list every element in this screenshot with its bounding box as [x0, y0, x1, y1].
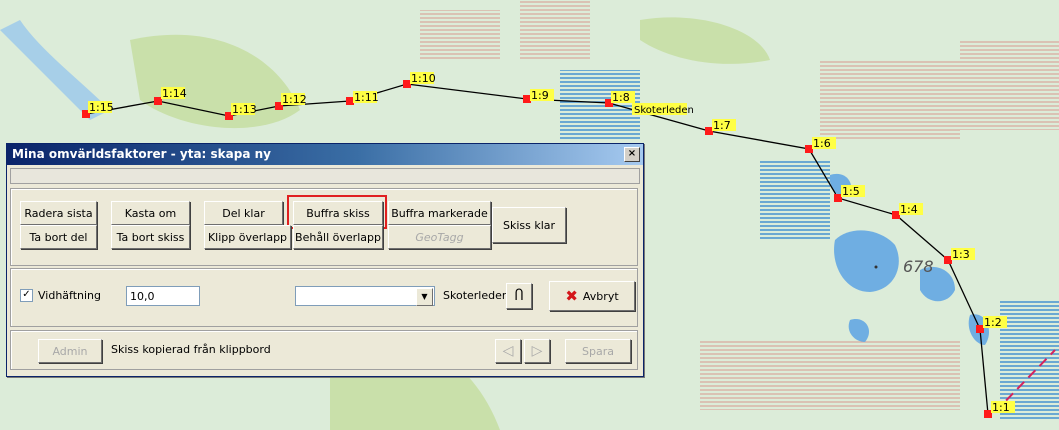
radera-sista-button[interactable]: Radera sista	[20, 201, 97, 225]
route-name-label: Skoterleden	[632, 103, 694, 116]
waypoint-label: 1:7	[713, 119, 731, 132]
waypoint-label: 1:10	[411, 72, 436, 85]
waypoint-label: 1:5	[842, 185, 860, 198]
ta-bort-del-button[interactable]: Ta bort del	[20, 225, 97, 249]
previous-button[interactable]: ◁	[495, 339, 521, 363]
waypoint-label: 1:3	[952, 248, 970, 261]
peat-area	[700, 340, 960, 410]
admin-button[interactable]: Admin	[38, 339, 102, 363]
waypoint-label: 1:8	[612, 91, 630, 104]
geotagg-button[interactable]: GeoTagg	[388, 225, 491, 249]
status-text: Skiss kopierad från klippbord	[111, 343, 271, 356]
avbryt-label: Avbryt	[582, 289, 619, 303]
close-button[interactable]: ×	[624, 147, 640, 162]
marsh-area	[560, 70, 640, 140]
peat-area	[820, 60, 960, 140]
waypoint-marker[interactable]	[834, 194, 842, 202]
waypoint-label: 1:15	[89, 101, 114, 114]
options-panel: ✓ Vidhäftning 10,0 ▼ Skoterleder Ⴖ ✖ Avb…	[10, 268, 638, 327]
skoterleder-label: Skoterleder	[443, 289, 507, 302]
vidhaftning-label: Vidhäftning	[38, 289, 102, 302]
waypoint-label: 1:9	[531, 89, 549, 102]
chevron-down-icon[interactable]: ▼	[416, 288, 433, 306]
dialog-titlebar[interactable]: Mina omvärldsfaktorer - yta: skapa ny ×	[7, 144, 643, 165]
snowmobile-icon: Ⴖ	[514, 288, 524, 304]
skiss-klar-button[interactable]: Skiss klar	[492, 207, 566, 243]
waypoint-marker[interactable]	[346, 97, 354, 105]
highlight-box	[287, 195, 387, 229]
toolbar-strip	[10, 168, 640, 184]
peat-area	[960, 40, 1059, 130]
vidhaftning-checkbox[interactable]: ✓	[20, 289, 33, 302]
waypoint-label: 1:12	[282, 93, 307, 106]
arrow-right-icon: ▷	[531, 343, 543, 359]
kasta-om-button[interactable]: Kasta om	[111, 201, 190, 225]
waypoint-marker[interactable]	[944, 256, 952, 264]
waypoint-label: 1:13	[232, 103, 257, 116]
klipp-overlapp-button[interactable]: Klipp överlapp	[204, 225, 291, 249]
waypoint-marker[interactable]	[705, 127, 713, 135]
waypoint-label: 1:1	[992, 401, 1010, 414]
waypoint-marker[interactable]	[976, 325, 984, 333]
status-panel: Admin Skiss kopierad från klippbord ◁ ▷ …	[10, 330, 638, 370]
waypoint-label: 1:11	[354, 91, 379, 104]
ta-bort-skiss-button[interactable]: Ta bort skiss	[111, 225, 190, 249]
waypoint-marker[interactable]	[154, 97, 162, 105]
vidhaftning-input[interactable]: 10,0	[126, 286, 200, 306]
sketch-tools-panel: Radera sista Kasta om Del klar Buffra sk…	[10, 188, 638, 266]
dialog-title: Mina omvärldsfaktorer - yta: skapa ny	[12, 147, 271, 161]
elevation-label: 678	[903, 257, 934, 276]
dialog-window: Mina omvärldsfaktorer - yta: skapa ny × …	[6, 143, 644, 377]
del-klar-button[interactable]: Del klar	[204, 201, 283, 225]
waypoint-label: 1:6	[813, 137, 831, 150]
buffra-markerade-button[interactable]: Buffra markerade	[388, 201, 491, 225]
waypoint-label: 1:14	[162, 87, 187, 100]
avbryt-button[interactable]: ✖ Avbryt	[549, 281, 635, 311]
waypoint-marker[interactable]	[984, 410, 992, 418]
arrow-left-icon: ◁	[502, 343, 514, 359]
cancel-icon: ✖	[565, 287, 578, 305]
skoterleder-button[interactable]: Ⴖ	[506, 283, 532, 309]
waypoint-marker[interactable]	[403, 80, 411, 88]
waypoint-label: 1:4	[900, 203, 918, 216]
category-select[interactable]: ▼	[295, 286, 435, 306]
waypoint-marker[interactable]	[523, 95, 531, 103]
peat-area	[520, 0, 590, 60]
waypoint-marker[interactable]	[892, 211, 900, 219]
waypoint-label: 1:2	[984, 316, 1002, 329]
peat-area	[420, 10, 500, 60]
next-button[interactable]: ▷	[524, 339, 550, 363]
behall-overlapp-button[interactable]: Behåll överlapp	[293, 225, 383, 249]
marsh-area	[760, 160, 830, 240]
waypoint-marker[interactable]	[805, 145, 813, 153]
spara-button[interactable]: Spara	[565, 339, 631, 363]
svg-text:Skoterleden: Skoterleden	[634, 105, 694, 116]
elevation-point	[874, 265, 878, 269]
